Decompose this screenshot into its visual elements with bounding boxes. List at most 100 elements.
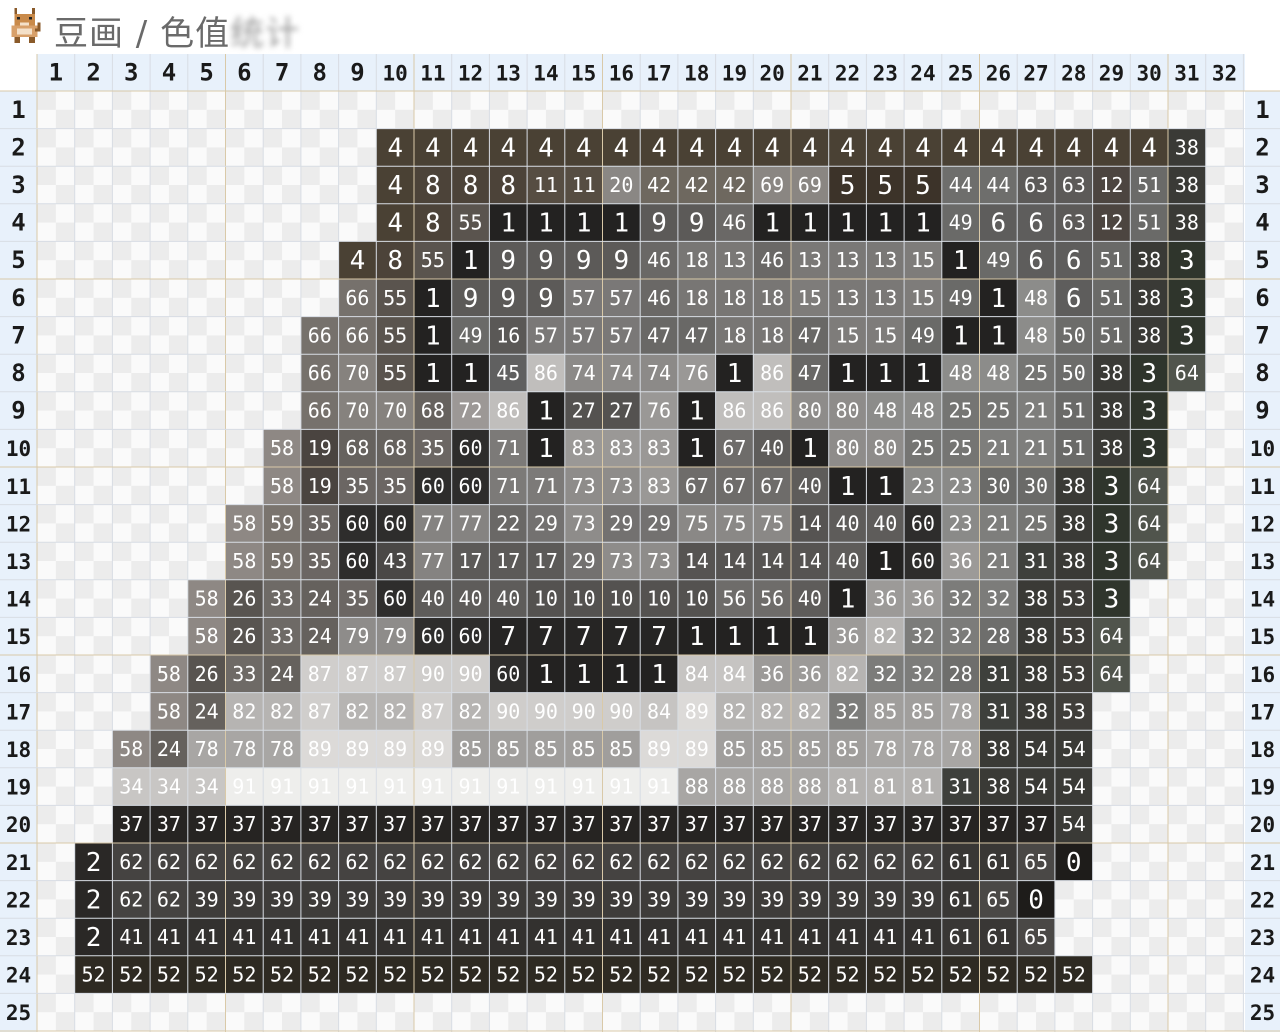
empty-cell-checker	[187, 91, 207, 110]
bead-cell-value: 1	[538, 434, 554, 464]
row-label-right: 19	[1250, 776, 1275, 800]
bead-cell-value: 85	[798, 737, 822, 761]
empty-cell-checker	[1036, 1012, 1055, 1031]
bead-cell-value: 64	[1175, 361, 1199, 385]
column-label: 10	[383, 62, 408, 86]
empty-cell-checker	[150, 279, 169, 298]
bead-cell-value: 25	[949, 436, 973, 460]
empty-cell-checker	[187, 128, 207, 148]
empty-cell-checker	[319, 222, 339, 242]
bead-cell-value: 14	[798, 511, 822, 535]
bead-cell-value: 37	[986, 812, 1010, 836]
bead-cell-value: 27	[609, 399, 633, 423]
empty-cell-checker	[187, 993, 207, 1013]
empty-cell-checker	[187, 504, 207, 524]
empty-cell-checker	[1149, 109, 1168, 129]
bead-cell-value: 6	[1028, 246, 1044, 276]
bead-cell-value: 75	[722, 511, 746, 535]
bead-cell-value: 38	[1137, 286, 1161, 310]
empty-cell-checker	[93, 410, 113, 430]
bead-cell-value: 63	[1062, 211, 1086, 235]
empty-cell-checker	[93, 260, 113, 279]
empty-cell-checker	[168, 485, 188, 505]
empty-cell-checker	[1092, 730, 1112, 749]
empty-cell-checker	[1130, 918, 1150, 937]
bead-cell-value: 62	[459, 850, 483, 874]
bead-cell-value: 9	[614, 246, 630, 276]
empty-cell-checker	[244, 448, 264, 467]
bead-cell-value: 34	[195, 775, 219, 799]
bead-cell-value: 73	[609, 549, 633, 573]
empty-cell-checker	[451, 91, 471, 110]
empty-cell-checker	[885, 1012, 905, 1031]
empty-cell-checker	[527, 91, 546, 110]
bead-cell-value: 62	[836, 850, 860, 874]
bead-cell-value: 39	[270, 887, 294, 911]
empty-cell-checker	[55, 636, 75, 655]
bead-cell-value: 85	[722, 737, 746, 761]
column-label: 21	[797, 62, 822, 86]
bead-cell-value: 16	[496, 323, 520, 347]
bead-cell-value: 52	[986, 963, 1010, 987]
bead-cell-value: 37	[157, 812, 181, 836]
bead-cell-value: 41	[232, 925, 256, 949]
empty-cell-checker	[1111, 711, 1131, 731]
empty-cell-checker	[1092, 805, 1112, 825]
empty-cell-checker	[1224, 147, 1244, 167]
bead-cell-value: 40	[496, 587, 520, 611]
empty-cell-checker	[1224, 749, 1244, 768]
empty-cell-checker	[74, 730, 94, 749]
row-label-right: 17	[1250, 700, 1275, 724]
bead-cell-value: 90	[572, 699, 596, 723]
bead-cell-value: 91	[459, 775, 483, 799]
row-label-right: 2	[1255, 133, 1269, 161]
bead-cell-value: 32	[949, 624, 973, 648]
empty-cell-checker	[244, 335, 264, 355]
bead-cell-value: 9	[500, 246, 516, 276]
bead-cell-value: 68	[345, 436, 369, 460]
row-label-left: 4	[11, 209, 25, 237]
bead-cell-value: 54	[1062, 812, 1086, 836]
row-label-left: 20	[6, 813, 31, 837]
bead-cell-value: 7	[651, 622, 667, 652]
bead-cell-value: 37	[647, 812, 671, 836]
bead-cell-value: 12	[1099, 211, 1123, 235]
row-label-right: 15	[1250, 625, 1275, 649]
bead-cell-value: 32	[949, 587, 973, 611]
empty-cell-checker	[1111, 824, 1131, 843]
bead-cell-value: 86	[722, 399, 746, 423]
bead-cell-value: 60	[911, 511, 935, 535]
bead-cell-value: 2	[86, 885, 102, 915]
bead-cell-value: 57	[609, 286, 633, 310]
bead-cell-value: 15	[873, 323, 897, 347]
empty-cell-checker	[131, 561, 151, 580]
bead-cell-value: 4	[387, 209, 403, 239]
bead-cell-value: 52	[232, 963, 256, 987]
empty-cell-checker	[1186, 673, 1206, 693]
empty-cell-checker	[1205, 241, 1225, 261]
bead-cell-value: 30	[986, 474, 1010, 498]
bead-cell-value: 70	[383, 399, 407, 423]
bead-cell-value: 52	[1062, 963, 1086, 987]
bead-cell-value: 39	[496, 887, 520, 911]
bead-cell-value: 54	[1024, 775, 1048, 799]
bead-cell-value: 91	[647, 775, 671, 799]
bead-cell-value: 38	[986, 775, 1010, 799]
empty-cell-checker	[168, 448, 188, 467]
bead-cell-value: 4	[1066, 133, 1082, 163]
bead-cell-value: 38	[1175, 173, 1199, 197]
bead-cell-value: 35	[345, 474, 369, 498]
bead-cell-value: 52	[82, 963, 106, 987]
bead-cell-value: 39	[232, 887, 256, 911]
bead-cell-value: 52	[760, 963, 784, 987]
empty-cell-checker	[37, 166, 56, 185]
bead-cell-value: 6	[991, 209, 1007, 239]
bead-cell-value: 58	[195, 624, 219, 648]
bead-cell-value: 3	[1141, 434, 1157, 464]
empty-cell-checker	[1224, 673, 1244, 693]
empty-cell-checker	[37, 128, 56, 148]
bead-cell-value: 89	[421, 737, 445, 761]
bead-cell-value: 37	[421, 812, 445, 836]
empty-cell-checker	[300, 993, 320, 1013]
row-label-right: 8	[1255, 359, 1269, 387]
